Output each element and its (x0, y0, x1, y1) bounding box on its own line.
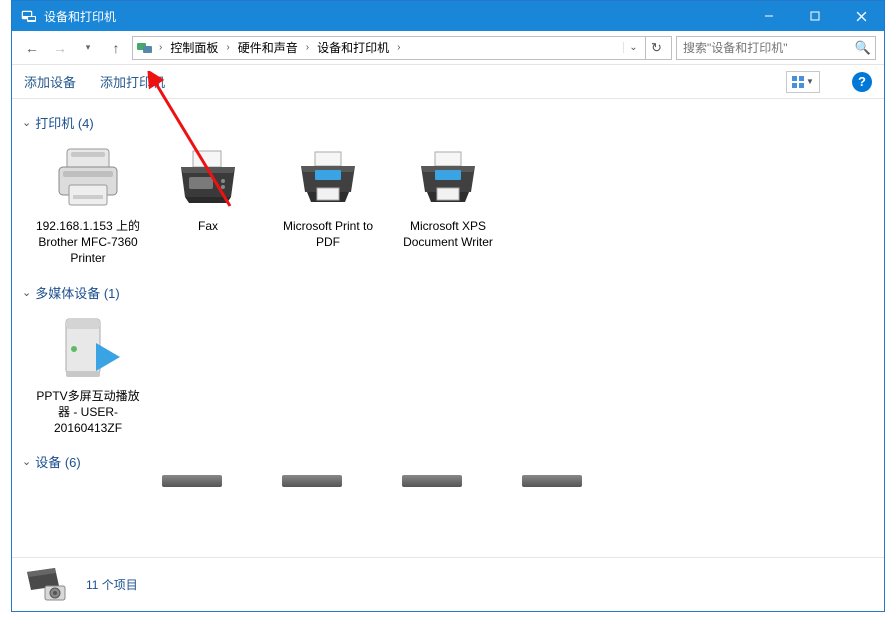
device-label: Microsoft XPS Document Writer (393, 218, 503, 250)
search-input[interactable] (681, 40, 855, 56)
window-devices-and-printers: 设备和打印机 ← → ▾ ↑ › 控制面板 › 硬件和声音 (11, 0, 885, 612)
nav-row: ← → ▾ ↑ › 控制面板 › 硬件和声音 › 设备和打印机 › ⌄ ↻ 🔍 (12, 31, 884, 65)
maximize-button[interactable] (792, 1, 838, 31)
group-title: 多媒体设备 (1) (35, 283, 120, 302)
group-title: 设备 (6) (35, 452, 81, 471)
address-dropdown-button[interactable]: ⌄ (623, 42, 643, 53)
chevron-right-icon: › (302, 42, 313, 53)
command-bar: 添加设备 添加打印机 ▼ ? (12, 65, 884, 99)
minimize-button[interactable] (746, 1, 792, 31)
device-item-partial[interactable] (162, 475, 222, 487)
printer-mfp-icon (52, 144, 124, 212)
group-header-devices[interactable]: ⌄ 设备 (6) (22, 446, 874, 475)
chevron-right-icon: › (155, 42, 166, 53)
help-button[interactable]: ? (852, 72, 872, 92)
group-header-media[interactable]: ⌄ 多媒体设备 (1) (22, 277, 874, 306)
device-label: 192.168.1.153 上的 Brother MFC-7360 Printe… (33, 218, 143, 267)
device-item-partial[interactable] (522, 475, 582, 487)
printer-icon (292, 144, 364, 212)
title-bar: 设备和打印机 (12, 1, 884, 31)
breadcrumb-item[interactable]: 硬件和声音 (236, 39, 300, 56)
group-title: 打印机 (4) (35, 113, 94, 132)
up-button[interactable]: ↑ (104, 36, 128, 60)
collapse-chevron-icon: ⌄ (22, 116, 31, 129)
group-header-printers[interactable]: ⌄ 打印机 (4) (22, 107, 874, 136)
content-area: ⌄ 打印机 (4) 192.168.1.153 上的 Brother MFC-7… (12, 99, 884, 557)
devices-icon (137, 40, 153, 56)
device-item[interactable]: Microsoft XPS Document Writer (388, 136, 508, 277)
chevron-right-icon: › (393, 42, 404, 53)
add-device-label: 添加设备 (24, 72, 76, 91)
device-item[interactable]: Microsoft Print to PDF (268, 136, 388, 277)
forward-button[interactable]: → (48, 36, 72, 60)
status-count-label: 11 个项目 (86, 576, 138, 593)
window-title: 设备和打印机 (44, 8, 116, 25)
printers-row: 192.168.1.153 上的 Brother MFC-7360 Printe… (22, 136, 874, 277)
add-printer-button[interactable]: 添加打印机 (100, 72, 165, 91)
view-mode-button[interactable]: ▼ (786, 71, 820, 93)
collapse-chevron-icon: ⌄ (22, 455, 31, 468)
device-item[interactable]: 192.168.1.153 上的 Brother MFC-7360 Printe… (28, 136, 148, 277)
add-printer-label: 添加打印机 (100, 72, 165, 91)
printer-icon (412, 144, 484, 212)
breadcrumb-item[interactable]: 控制面板 (168, 39, 220, 56)
search-box[interactable]: 🔍 (676, 36, 876, 60)
media-row: PPTV多屏互动播放器 - USER-20160413ZF (22, 306, 874, 447)
add-device-button[interactable]: 添加设备 (24, 72, 76, 91)
status-bar: 11 个项目 (12, 557, 884, 611)
close-button[interactable] (838, 1, 884, 31)
recent-locations-button[interactable]: ▾ (76, 36, 100, 60)
device-item-partial[interactable] (282, 475, 342, 487)
status-devices-icon (24, 565, 70, 605)
devices-row-partial (22, 475, 874, 505)
device-item[interactable]: PPTV多屏互动播放器 - USER-20160413ZF (28, 306, 148, 447)
collapse-chevron-icon: ⌄ (22, 286, 31, 299)
address-bar[interactable]: › 控制面板 › 硬件和声音 › 设备和打印机 › ⌄ ↻ (132, 36, 672, 60)
device-label: Fax (198, 218, 218, 234)
device-item[interactable]: Fax (148, 136, 268, 277)
media-server-icon (52, 314, 124, 382)
device-label: PPTV多屏互动播放器 - USER-20160413ZF (33, 388, 143, 437)
fax-icon (172, 144, 244, 212)
chevron-right-icon: › (222, 42, 233, 53)
device-label: Microsoft Print to PDF (273, 218, 383, 250)
refresh-button[interactable]: ↻ (645, 37, 667, 59)
search-icon[interactable]: 🔍 (855, 40, 871, 56)
breadcrumb-item[interactable]: 设备和打印机 (315, 39, 391, 56)
device-item-partial[interactable] (402, 475, 462, 487)
title-icon (20, 7, 38, 25)
back-button[interactable]: ← (20, 36, 44, 60)
